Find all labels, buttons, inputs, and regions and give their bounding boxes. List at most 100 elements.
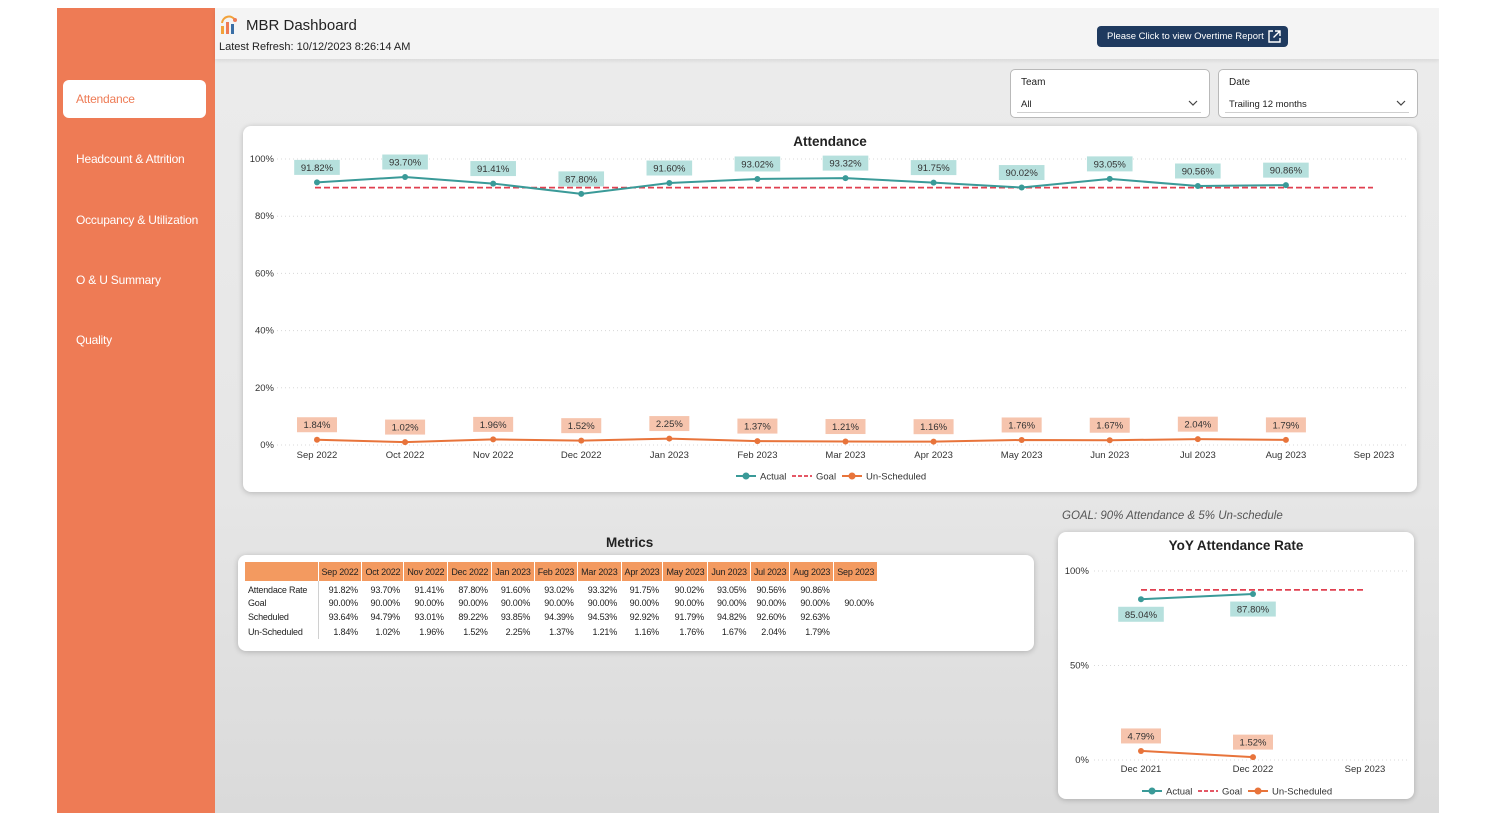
- x-tick-label: Sep 2023: [1354, 450, 1395, 461]
- actual-series-line: [1140, 593, 1254, 601]
- metrics-cell: 1.96%: [419, 626, 444, 637]
- report-canvas: Attendance Headcount & Attrition Occupan…: [57, 8, 1439, 813]
- metrics-cell: 93.85%: [500, 612, 531, 623]
- unscheduled-data-label: 1.52%: [568, 421, 595, 432]
- unscheduled-data-label: 1.16%: [920, 422, 947, 433]
- y-tick-label: 100%: [1065, 566, 1090, 577]
- actual-data-label: 93.32%: [829, 159, 862, 170]
- metrics-cell: 90.00%: [756, 597, 786, 608]
- actual-point: [1194, 182, 1201, 189]
- actual-data-label: 91.41%: [477, 164, 510, 175]
- metrics-cell: 90.00%: [500, 597, 531, 608]
- metrics-cell: 1.84%: [333, 626, 358, 637]
- metrics-row: Attendace Rate 91.82% 93.70% 91.41% 87.80% 91…: [245, 581, 878, 596]
- legend-unscheduled-label: Un-Scheduled: [866, 472, 926, 483]
- page-title: MBR Dashboard: [246, 17, 357, 34]
- external-link-icon: [1268, 30, 1281, 43]
- y-tick-label: 50%: [1070, 661, 1090, 672]
- metrics-cell: 93.64%: [328, 612, 359, 623]
- unscheduled-point: [1194, 436, 1201, 443]
- metrics-cell: 1.76%: [679, 626, 704, 637]
- actual-data-label: 90.56%: [1182, 166, 1215, 177]
- metrics-title: Metrics: [606, 535, 654, 550]
- metrics-cell: 90.00%: [328, 597, 359, 608]
- metrics-cell: 1.67%: [721, 626, 747, 637]
- x-tick-label: Dec 2022: [561, 450, 602, 461]
- legend-goal-label: Goal: [816, 472, 836, 483]
- metrics-column-header: May 2023: [662, 562, 709, 581]
- sidebar-item-headcount-attrition[interactable]: Headcount & Attrition: [63, 140, 206, 178]
- metrics-cell: 93.32%: [587, 584, 618, 595]
- sidebar-item-occupancy-utilization[interactable]: Occupancy & Utilization: [63, 201, 206, 239]
- sidebar-item-quality[interactable]: Quality: [63, 321, 206, 359]
- x-tick-label: Sep 2022: [297, 450, 338, 461]
- metrics-column-header: Jul 2023: [750, 562, 791, 581]
- date-dropdown[interactable]: Trailing 12 months: [1225, 94, 1409, 113]
- metrics-cell: 91.79%: [674, 612, 705, 623]
- sidebar-item-ou-summary[interactable]: O & U Summary: [63, 261, 206, 299]
- metrics-cell: 2.25%: [505, 626, 531, 637]
- metrics-column-header: Sep 2022: [318, 562, 363, 581]
- metrics-cell: 1.37%: [549, 626, 574, 637]
- sidebar-item-attendance[interactable]: Attendance: [63, 80, 206, 118]
- metrics-cell: [834, 581, 878, 596]
- team-dropdown-value: All: [1021, 99, 1032, 110]
- overtime-report-button[interactable]: Please Click to view Overtime Report: [1097, 26, 1288, 47]
- x-tick-label: Dec 2021: [1121, 764, 1162, 775]
- actual-data-label: 91.60%: [653, 164, 686, 175]
- goal-note: GOAL: 90% Attendance & 5% Un-schedule: [1062, 510, 1283, 522]
- actual-data-label: 93.05%: [1094, 159, 1127, 170]
- metrics-cell: 90.56%: [756, 584, 786, 595]
- metrics-cell: 1.21%: [592, 626, 618, 637]
- actual-point: [1282, 182, 1289, 189]
- metrics-column-header: Apr 2023: [621, 562, 664, 581]
- actual-data-label: 90.02%: [1006, 168, 1039, 179]
- metrics-cell: 93.70%: [370, 584, 401, 595]
- metrics-cell: 90.00%: [674, 597, 705, 608]
- actual-point: [402, 174, 409, 181]
- metrics-cell: 1.16%: [634, 626, 659, 637]
- metrics-cell: 90.02%: [674, 584, 705, 595]
- actual-data-label: 90.86%: [1270, 166, 1303, 177]
- date-dropdown-value: Trailing 12 months: [1229, 99, 1307, 110]
- actual-data-label: 91.82%: [301, 163, 334, 174]
- attendance-chart-card: 100% 80% 60% 40% 20% 0% Sep 2022 Oct 2022 Nov 20…: [243, 126, 1417, 492]
- unscheduled-data-label: 1.21%: [832, 422, 859, 433]
- x-tick-label: Aug 2023: [1266, 450, 1307, 461]
- metrics-cell: 92.60%: [756, 612, 786, 623]
- metrics-cell: 89.22%: [458, 612, 488, 623]
- metrics-cell: [834, 625, 878, 640]
- unscheduled-data-label: 1.67%: [1096, 421, 1123, 432]
- actual-point: [1106, 175, 1113, 182]
- x-tick-label: Jun 2023: [1090, 450, 1129, 461]
- latest-refresh-text: Latest Refresh: 10/12/2023 8:26:14 AM: [219, 41, 411, 53]
- yoy-attendance-chart: 100% 50% 0% Dec 2021 Dec 2022 Sep 2023 85.04% 8…: [1065, 566, 1408, 798]
- x-tick-label: Apr 2023: [914, 450, 953, 461]
- metrics-cell: 1.52%: [463, 626, 488, 637]
- metrics-row: Goal 90.00% 90.00% 90.00% 90.00% 90.00% 90.00%…: [245, 595, 878, 610]
- metrics-cell: 90.00%: [629, 597, 660, 608]
- unscheduled-point: [490, 436, 497, 443]
- metrics-cell: [834, 610, 878, 625]
- metrics-column-header: Mar 2023: [577, 562, 622, 581]
- unscheduled-data-label: 1.84%: [304, 420, 331, 431]
- actual-data-label: 93.70%: [389, 158, 422, 169]
- metrics-cell: 1.79%: [805, 626, 830, 637]
- dashboard-logo-icon: [221, 15, 237, 34]
- team-dropdown[interactable]: All: [1017, 94, 1201, 113]
- metrics-cell: 87.80%: [458, 584, 488, 595]
- x-tick-label: Dec 2022: [1233, 764, 1274, 775]
- metrics-cell: 90.00%: [544, 597, 574, 608]
- x-tick-label: Oct 2022: [386, 450, 425, 461]
- metrics-cell: 90.00%: [717, 597, 747, 608]
- metrics-cell: 91.41%: [414, 584, 444, 595]
- unscheduled-point: [666, 435, 673, 442]
- metrics-column-header: Nov 2022: [403, 562, 449, 581]
- legend-unscheduled-marker: [1254, 787, 1262, 795]
- legend-goal-label: Goal: [1222, 787, 1242, 798]
- actual-point: [1250, 591, 1256, 598]
- y-tick-label: 40%: [255, 326, 275, 337]
- x-tick-label: Nov 2022: [473, 450, 514, 461]
- unscheduled-data-label: 2.04%: [1184, 420, 1211, 431]
- unscheduled-data-label: 1.52%: [1240, 738, 1267, 749]
